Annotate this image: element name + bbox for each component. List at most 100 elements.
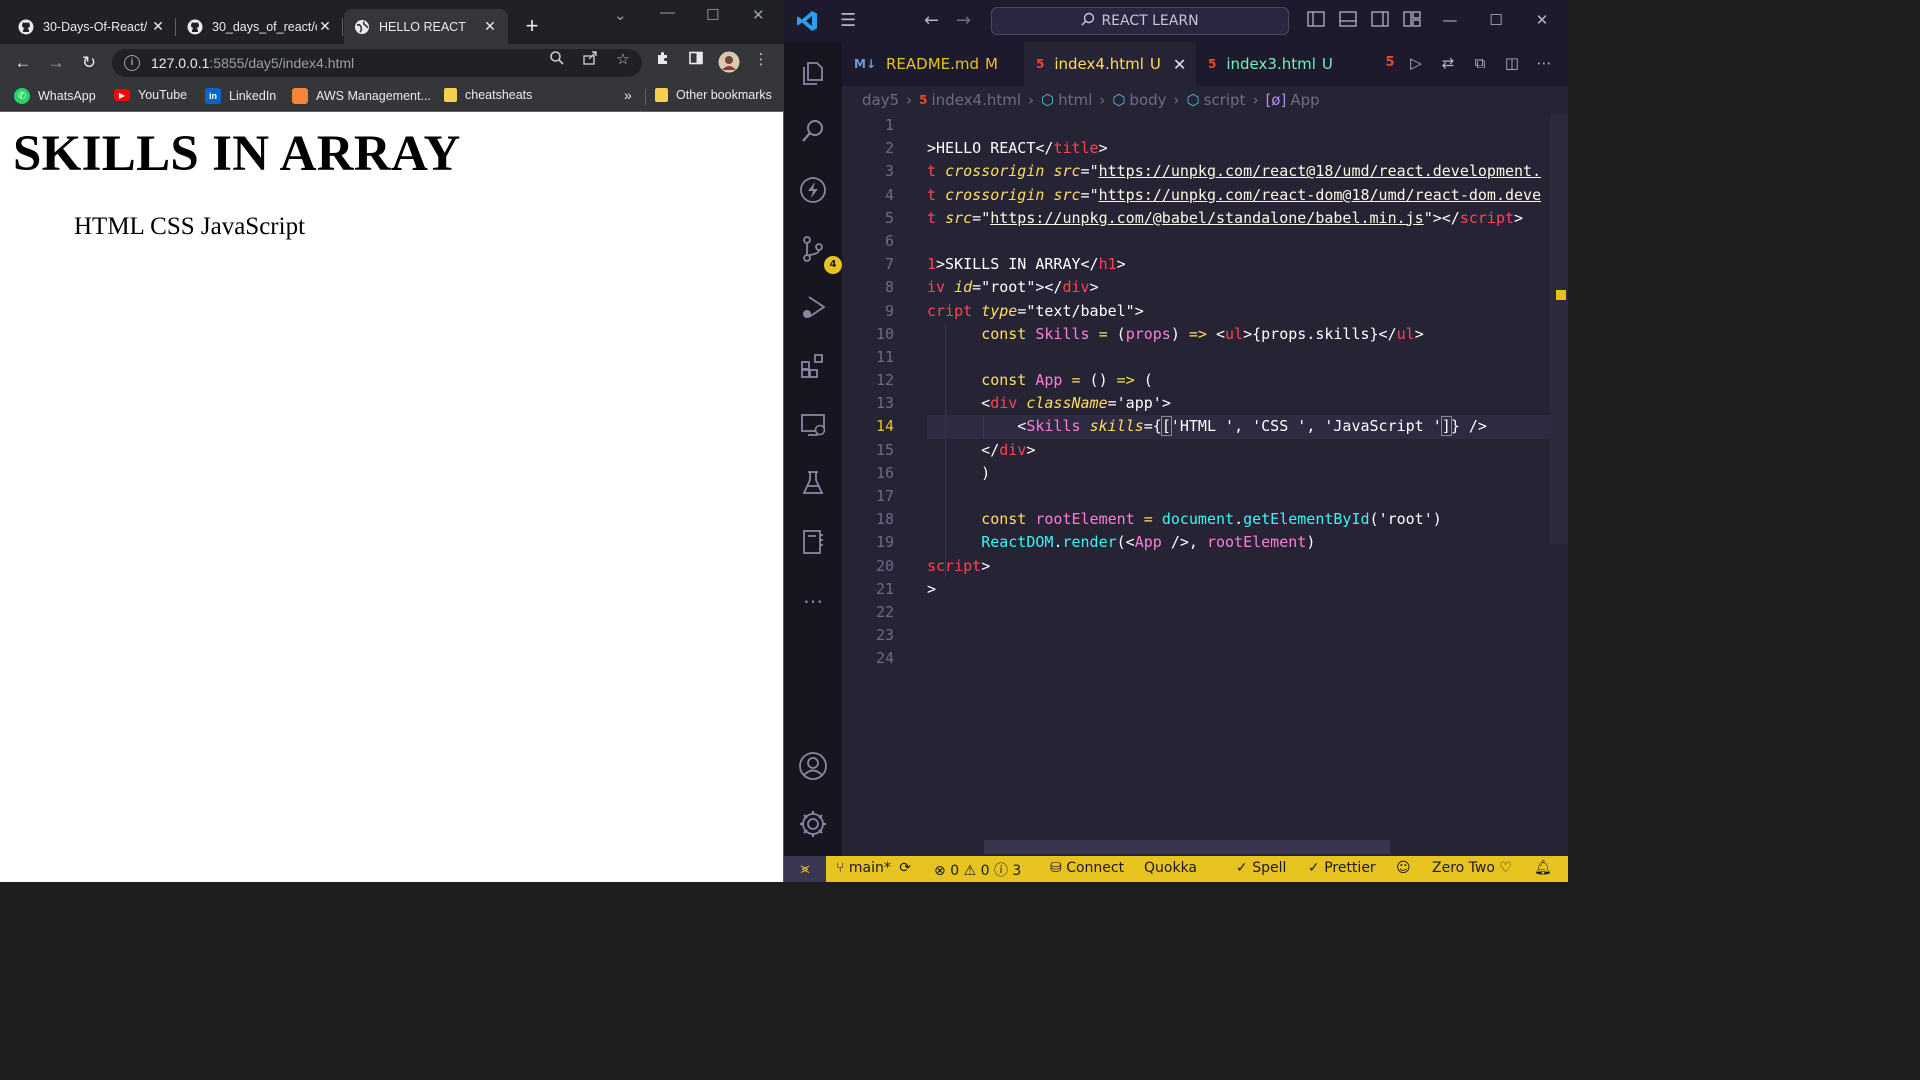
breadcrumb-item[interactable]: day5	[862, 91, 899, 109]
extensions-icon[interactable]	[798, 351, 828, 381]
reload-icon[interactable]: ↻	[78, 52, 100, 74]
back-icon[interactable]: ←	[12, 52, 34, 74]
prettier-status[interactable]: ✓ Prettier	[1308, 860, 1376, 876]
code-line: )	[927, 463, 991, 482]
tab-search-icon[interactable]: ⌄	[614, 6, 627, 24]
more-menu-icon[interactable]: ⋮	[752, 50, 770, 68]
breadcrumb-item[interactable]: body	[1129, 91, 1166, 109]
avatar[interactable]	[718, 51, 740, 77]
open-preview-icon[interactable]: ⧉	[1470, 54, 1490, 72]
spell-status[interactable]: ✓ Spell	[1236, 860, 1286, 876]
tab-index4[interactable]: 5 index4.html U ✕	[1024, 42, 1196, 86]
toggle-secondary-sidebar-icon[interactable]	[1370, 11, 1390, 29]
new-tab-button[interactable]: +	[520, 14, 544, 38]
hamburger-menu-icon[interactable]: ☰	[840, 10, 856, 31]
line-number: 21	[875, 579, 894, 598]
customize-layout-icon[interactable]	[1402, 11, 1422, 29]
feedback-icon[interactable]: ☺	[1396, 860, 1411, 876]
code-line: const rootElement = document.getElementB…	[981, 510, 1442, 529]
vertical-scrollbar[interactable]	[1550, 114, 1568, 544]
source-control-icon[interactable]: 4	[798, 234, 842, 274]
remote-explorer-icon[interactable]	[798, 410, 828, 440]
tab-status-mark: U	[1321, 55, 1333, 73]
info-count: 3	[1012, 863, 1022, 879]
run-icon[interactable]: ▷	[1406, 54, 1426, 72]
bookmark-linkedin[interactable]: in LinkedIn	[205, 88, 276, 104]
line-number: 4	[884, 185, 894, 204]
forward-icon[interactable]: →	[45, 52, 67, 74]
browser-tab[interactable]: 30_days_of_react/c ✕	[177, 9, 343, 44]
bookmark-aws[interactable]: AWS Management...	[292, 88, 431, 104]
minimize-icon[interactable]: —	[660, 4, 675, 21]
github-icon	[187, 19, 203, 35]
close-icon[interactable]: ✕	[482, 18, 498, 35]
quokka-status[interactable]: Quokka	[1144, 860, 1197, 876]
indent-guide	[983, 416, 984, 439]
tab-readme[interactable]: M↓ README.md M	[842, 42, 1024, 86]
notifications-bell-icon[interactable]: 🔔︎	[1534, 860, 1552, 876]
more-actions-icon[interactable]: ⋯	[1534, 54, 1554, 72]
code-line: <div className='app'>	[927, 394, 1171, 413]
settings-gear-icon[interactable]	[798, 809, 828, 839]
problems-status[interactable]: ⊗ 0 ⚠ 0 ⓘ 3	[934, 860, 1021, 880]
zoom-icon[interactable]	[548, 50, 566, 70]
share-icon[interactable]	[581, 50, 599, 70]
site-info-icon[interactable]: i	[124, 55, 140, 71]
scm-badge: 4	[824, 256, 842, 274]
command-center-search[interactable]: REACT LEARN	[991, 7, 1289, 35]
browser-tab[interactable]: 30-Days-Of-React/ ✕	[8, 9, 176, 44]
code-line: >HELLO REACT</title>	[927, 139, 1108, 158]
back-icon[interactable]: ←	[924, 10, 939, 31]
compare-changes-icon[interactable]: ⇄	[1438, 54, 1458, 72]
breadcrumb-item[interactable]: script	[1204, 91, 1246, 109]
breadcrumb-item[interactable]: html	[1058, 91, 1092, 109]
split-editor-icon[interactable]: ◫	[1502, 54, 1522, 72]
close-icon[interactable]: ✕	[317, 18, 333, 35]
breadcrumb-item[interactable]: App	[1290, 91, 1319, 109]
forward-icon[interactable]: →	[956, 10, 971, 31]
maximize-icon[interactable]: ☐	[1486, 11, 1506, 29]
bookmark-youtube[interactable]: ▶ YouTube	[114, 88, 187, 102]
info-icon: ⓘ	[993, 863, 1008, 879]
testing-flask-icon[interactable]	[798, 468, 828, 498]
minimize-icon[interactable]: —	[1440, 11, 1460, 29]
close-icon[interactable]: ✕	[1173, 55, 1186, 74]
code-line: cript type="text/babel">	[927, 301, 1144, 320]
notebook-icon[interactable]	[798, 527, 828, 557]
explorer-icon[interactable]	[798, 58, 828, 88]
browser-tab-active[interactable]: HELLO REACT ✕	[344, 9, 508, 44]
theme-status[interactable]: Zero Two ♡	[1432, 860, 1512, 876]
close-window-icon[interactable]: ✕	[1532, 11, 1552, 29]
side-panel-icon[interactable]	[687, 50, 705, 70]
bookmarks-overflow-button[interactable]: »	[624, 87, 632, 103]
remote-indicator-icon[interactable]: ⪤	[784, 856, 826, 882]
bookmark-cheatsheats[interactable]: cheatsheats	[444, 88, 532, 102]
lightning-icon[interactable]	[798, 175, 828, 205]
html5-preview-icon[interactable]: 5	[1380, 55, 1400, 73]
connect-status[interactable]: ⛁ Connect	[1050, 860, 1124, 876]
close-icon[interactable]: ✕	[150, 18, 166, 35]
tab-index3[interactable]: 5 index3.html U	[1196, 42, 1350, 86]
extensions-icon[interactable]	[654, 50, 672, 70]
other-bookmarks[interactable]: Other bookmarks	[655, 88, 772, 102]
code-editor[interactable]: 1 2 3 4 5 6 7 8 9 10 11 12 13 14 15 16 1…	[842, 114, 1550, 854]
database-icon: ⛁	[1050, 860, 1062, 876]
close-window-icon[interactable]: ✕	[752, 6, 765, 24]
toggle-panel-icon[interactable]	[1338, 11, 1358, 29]
maximize-icon[interactable]: ☐	[706, 6, 719, 24]
bookmark-whatsapp[interactable]: ✆ WhatsApp	[14, 88, 96, 104]
branch-status[interactable]: ⑂ main* ⟳	[836, 860, 911, 876]
bookmark-star-icon[interactable]: ☆	[614, 50, 632, 68]
run-debug-icon[interactable]	[798, 292, 828, 322]
accounts-icon[interactable]	[798, 751, 828, 781]
search-icon[interactable]	[798, 116, 828, 146]
code-line: iv id="root"></div>	[927, 278, 1099, 297]
horizontal-scrollbar[interactable]	[984, 840, 1390, 854]
breadcrumb-item[interactable]: index4.html	[932, 91, 1022, 109]
toggle-primary-sidebar-icon[interactable]	[1306, 11, 1326, 29]
more-views-icon[interactable]: ⋯	[798, 586, 828, 616]
chevron-right-icon: ›	[1099, 91, 1106, 109]
